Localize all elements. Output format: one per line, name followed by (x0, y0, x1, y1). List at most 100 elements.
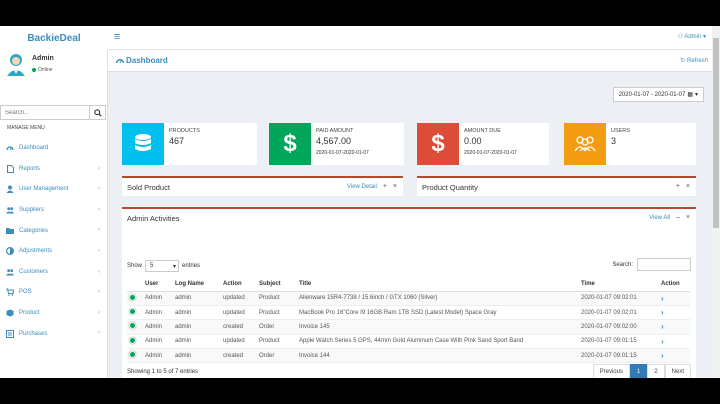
close-icon[interactable]: × (686, 214, 690, 221)
search-button[interactable] (89, 106, 105, 119)
online-dot-icon (32, 68, 36, 72)
expand-row-icon[interactable] (129, 322, 136, 330)
panel-tools: + × (676, 183, 690, 190)
cart-icon (6, 288, 14, 297)
caret-down-icon: ▾ (173, 263, 177, 270)
panel-title: Product Quantity (422, 183, 478, 192)
stat-products: PRODUCTS 467 (122, 123, 257, 165)
column-header-log-name[interactable]: Log Name (173, 278, 221, 292)
chevron-left-icon: ‹ (98, 289, 100, 296)
sidebar-item-dashboard[interactable]: Dashboard (0, 138, 108, 159)
chevron-right-icon[interactable]: › (661, 322, 664, 331)
users-icon (6, 268, 14, 276)
expand-row-icon[interactable] (129, 293, 136, 301)
sidebar-item-pos[interactable]: POS ‹ (0, 282, 108, 303)
panel-tools: View Detail + × (347, 183, 397, 190)
table-header-row: User Log Name Action Subject Title Time … (127, 278, 690, 292)
cell-log-name: admin (173, 334, 221, 350)
stat-value: 467 (169, 136, 185, 146)
refresh-icon: ↻ (680, 58, 686, 64)
vertical-scrollbar[interactable] (712, 26, 720, 378)
hamburger-icon[interactable]: ≡ (114, 31, 120, 43)
chevron-left-icon: ‹ (98, 330, 100, 337)
brand-name: BackieDeal (27, 32, 81, 44)
brand-logo[interactable]: BackieDeal (0, 26, 108, 50)
admin-menu-label: Admin ▾ (684, 34, 706, 40)
expand-row-icon[interactable] (129, 351, 136, 359)
stat-users: USERS 3 (564, 123, 696, 165)
column-header-user[interactable]: User (143, 278, 173, 292)
table-row: Admin admin updated Product Alienware 15… (127, 291, 690, 306)
expand-row-icon[interactable] (129, 308, 136, 316)
close-icon[interactable]: × (686, 183, 690, 190)
cell-action: updated (221, 305, 257, 321)
adjust-icon (6, 247, 14, 256)
chevron-left-icon: ‹ (98, 206, 100, 213)
admin-user-menu[interactable]: ⚇ Admin ▾ (678, 33, 706, 40)
sidebar-item-product[interactable]: Product ‹ (0, 303, 108, 324)
column-header-title[interactable]: Title (297, 278, 579, 292)
scrollbar-thumb[interactable] (713, 38, 719, 228)
chevron-right-icon[interactable]: › (661, 294, 664, 303)
table-row: Admin admin created Order Invoice 145 20… (127, 319, 690, 335)
page-header: Dashboard ↻ Refresh (108, 50, 712, 72)
sidebar-item-reports[interactable]: Reports ‹ (0, 159, 108, 180)
cell-user: Admin (143, 348, 173, 364)
sidebar-item-adjustments[interactable]: Adjustments ‹ (0, 241, 108, 262)
view-all-link[interactable]: View All (649, 215, 670, 221)
refresh-button[interactable]: ↻ Refresh (680, 57, 708, 64)
dashboard-icon (6, 144, 14, 152)
table-search-input[interactable] (637, 258, 691, 271)
chevron-right-icon[interactable]: › (661, 337, 664, 346)
pagination-previous[interactable]: Previous (592, 364, 630, 378)
panel-tools: View All – × (649, 214, 690, 221)
expand-plus-icon[interactable]: + (383, 183, 387, 190)
user-icon: ⚇ (677, 34, 683, 40)
sidebar-item-suppliers[interactable]: Suppliers ‹ (0, 200, 108, 221)
collapse-minus-icon[interactable]: – (676, 214, 680, 221)
pagination-page-2[interactable]: 2 (647, 364, 665, 378)
sidebar-search-input[interactable] (1, 106, 89, 119)
expand-plus-icon[interactable]: + (676, 183, 680, 190)
sidebar-item-label: POS (19, 289, 32, 296)
date-range-picker[interactable]: 2020-01-07 - 2020-01-07 ▦ ▾ (612, 87, 704, 102)
column-header-action[interactable]: Action (221, 278, 257, 292)
column-header-time[interactable]: Time (579, 278, 659, 292)
sidebar-item-label: Customers (19, 268, 49, 275)
column-header-row-action: Action (659, 278, 690, 292)
entries-select[interactable]: 5 ▾ (145, 260, 180, 272)
menu-header: MANAGE MENU (7, 125, 45, 131)
pagination: Previous 1 2 Next (592, 364, 691, 378)
panel-title: Admin Activities (127, 214, 180, 223)
table-row: Admin admin updated Product Apple Watch … (127, 334, 690, 350)
chevron-left-icon: ‹ (98, 227, 100, 234)
cell-user: Admin (143, 319, 173, 335)
stat-value: 0.00 (464, 136, 482, 146)
chevron-right-icon[interactable]: › (661, 308, 664, 317)
stat-value: 4,567.00 (316, 136, 352, 146)
close-icon[interactable]: × (393, 183, 397, 190)
chevron-right-icon[interactable]: › (661, 351, 664, 360)
box-icon (6, 309, 14, 317)
cell-user: Admin (143, 334, 173, 350)
view-detail-link[interactable]: View Detail (347, 184, 377, 190)
column-header-subject[interactable]: Subject (257, 278, 297, 292)
pagination-page-1[interactable]: 1 (629, 364, 648, 378)
chevron-left-icon: ‹ (98, 309, 100, 316)
cell-subject: Order (257, 319, 297, 335)
sidebar-item-label: Adjustments (19, 248, 53, 255)
sidebar-item-user-management[interactable]: User Management ‹ (0, 179, 108, 200)
sidebar-nav: Dashboard Reports ‹ User Management ‹ Su… (0, 138, 108, 344)
stat-date: 2020-01-07-2020-01-07 (316, 150, 369, 156)
show-label: Show (127, 263, 143, 269)
expand-row-icon[interactable] (129, 336, 136, 344)
cell-title: MacBook Pro 16"Core I9 16GB Ram 1TB SSD … (297, 305, 579, 321)
pagination-next[interactable]: Next (664, 364, 691, 378)
sidebar-item-purchases[interactable]: Purchases ‹ (0, 323, 108, 344)
sidebar-item-label: Purchases (19, 330, 48, 337)
sidebar-item-customers[interactable]: Customers ‹ (0, 262, 108, 283)
refresh-label: Refresh (686, 58, 708, 64)
calendar-icon: ▦ (687, 92, 693, 98)
panel-sold-product: Sold Product View Detail + × (122, 176, 403, 196)
sidebar-item-categories[interactable]: Categories ‹ (0, 220, 108, 241)
